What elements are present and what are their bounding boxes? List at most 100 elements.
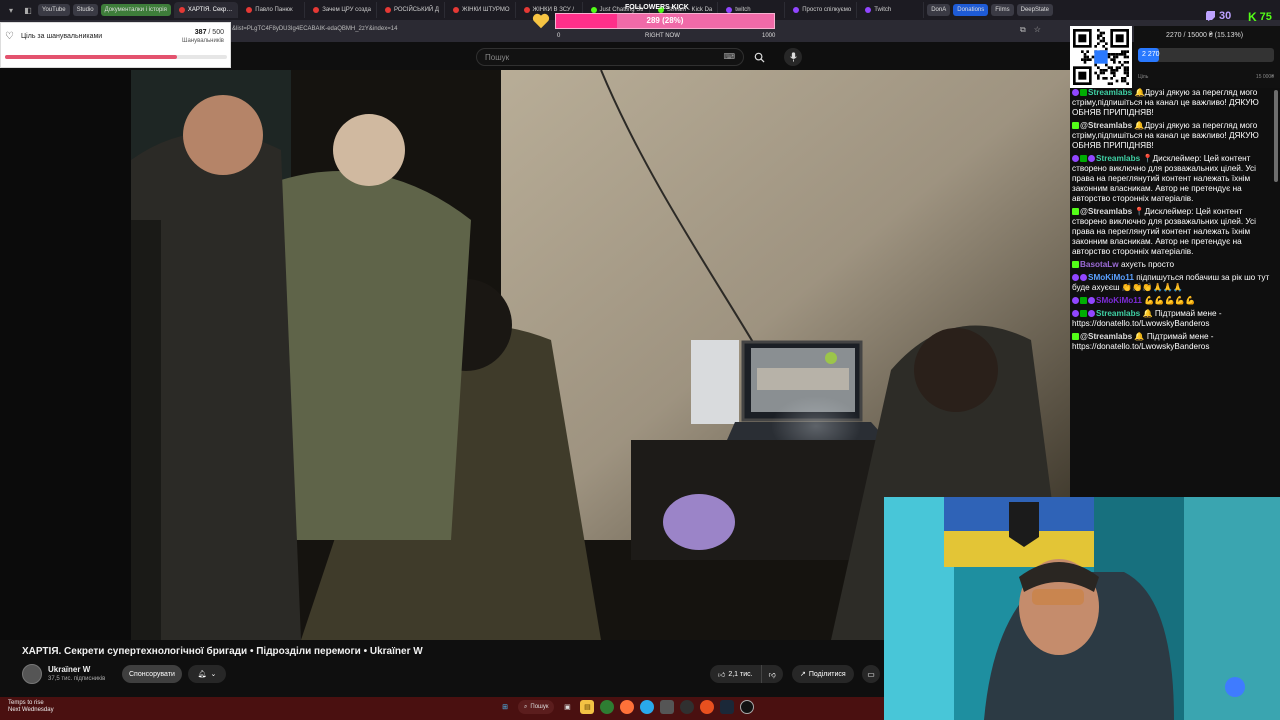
obs-studio-icon[interactable]	[740, 700, 755, 714]
save-button[interactable]: ▭	[862, 665, 880, 683]
twitch-icon	[1206, 11, 1215, 21]
twitch-badge-icon	[1088, 310, 1095, 318]
kick-followers-label: 289 (28%)	[646, 16, 684, 25]
weather-line-2: Next Wednesday	[8, 707, 54, 713]
video-title: ХАРТІЯ. Секрети супертехнологічної брига…	[22, 646, 423, 657]
notifications-button[interactable]: 🔔︎ ⌄	[188, 665, 226, 683]
tab-list-icon[interactable]: ▾	[4, 3, 18, 17]
app-icon[interactable]	[660, 700, 675, 714]
browser-tab[interactable]: Twitch	[860, 2, 925, 18]
kick-followers-bar: 289 (28%)	[555, 13, 775, 29]
extra-bookmark-0[interactable]: DonA	[927, 4, 951, 16]
chat-message: @Streamlabs 🔔 Підтримай мене - https://d…	[1068, 332, 1280, 355]
tab-label: ХАРТІЯ. Секр…	[187, 7, 233, 13]
chat-username[interactable]: Streamlabs	[1088, 88, 1132, 97]
chat-username[interactable]: SMoKiMo11	[1096, 296, 1142, 305]
taskbar-icons: ⊞ ⌕ Пошук ▣ ▤	[498, 700, 755, 714]
obs-icon[interactable]	[680, 700, 695, 714]
heart-icon	[532, 13, 550, 29]
voice-search-button[interactable]	[784, 48, 802, 66]
dislike-button[interactable]: 👎︎	[762, 665, 783, 683]
donation-goal-max-label: 15 000₴	[1255, 74, 1274, 80]
goal-current: 387	[194, 29, 207, 36]
chat-message: Streamlabs 🔔 Підтримай мене - https://do…	[1068, 309, 1280, 332]
bar-max-label: 1000	[762, 33, 776, 39]
chat-username[interactable]: @Streamlabs	[1080, 207, 1132, 216]
taskbar-search-label: Пошук	[530, 704, 549, 710]
weather-widget[interactable]: Temps to rise Next Wednesday	[8, 700, 54, 714]
bookmark-2[interactable]: Документалки і історія	[100, 4, 171, 16]
search-button[interactable]	[750, 48, 768, 66]
chat-username[interactable]: SMoKiMo11	[1088, 273, 1134, 282]
browser-tab[interactable]: РОСІЙСЬКИЙ Д	[380, 2, 445, 18]
address-bar-icons: ⧉ ☆	[1020, 25, 1041, 35]
chat-username[interactable]: @Streamlabs	[1080, 332, 1132, 341]
twitch-badge-icon	[1072, 274, 1079, 282]
twitch-badge-icon	[1080, 274, 1087, 282]
streamer-webcam	[884, 497, 1280, 720]
donation-goal-text: 2270 / 15000 ₴ (15.13%)	[1166, 32, 1244, 39]
tab-history-icon[interactable]: ◧	[21, 3, 35, 17]
firefox-icon[interactable]	[620, 700, 635, 714]
donation-goal-min-label: Ціль	[1138, 74, 1149, 80]
browser-tab[interactable]: ЖІНКИ ШТУРМО	[448, 2, 516, 18]
keyboard-icon[interactable]: ⌨	[723, 52, 735, 61]
windows-start-icon[interactable]: ⊞	[498, 700, 512, 714]
tab-label: Просто спілкуємо	[802, 7, 852, 13]
bookmark-1[interactable]: Studio	[72, 4, 98, 16]
steam-icon[interactable]	[720, 700, 735, 714]
goal-count: 387 / 500	[195, 29, 224, 36]
chat-text: ахуєть просто	[1120, 260, 1175, 269]
tab-favicon-icon	[793, 7, 800, 13]
follower-goal-widget: ♡ Ціль за шанувальниками 387 / 500 Шанув…	[0, 22, 231, 68]
channel-avatar[interactable]	[22, 664, 42, 684]
share-button[interactable]: ↗ Поділитися	[792, 665, 854, 683]
like-button[interactable]: 👍︎ 2,1 тис.	[710, 665, 762, 683]
tab-favicon-icon	[452, 7, 459, 13]
twitch-viewer-count: 30	[1219, 10, 1232, 22]
twitch-viewer-counter: 30	[1206, 10, 1231, 22]
url-text[interactable]: &list=PLgTC4F8yDU3Ig4ECABAIK-edaQBMH_2zY…	[232, 26, 397, 32]
goal-progress-fill	[5, 55, 177, 59]
browser-tab[interactable]: Зачем ЦРУ созда	[308, 2, 377, 18]
tab-favicon-icon	[246, 7, 253, 13]
search-icon: ⌕	[524, 703, 528, 710]
chat-username[interactable]: Streamlabs	[1096, 309, 1140, 318]
file-explorer-icon[interactable]: ▤	[580, 700, 595, 714]
extra-bookmark-1[interactable]: Donations	[953, 4, 989, 16]
channel-name[interactable]: Ukraїner W	[48, 665, 90, 674]
thumbs-down-icon: 👎︎	[768, 671, 776, 679]
chat-message: Streamlabs 🔔Друзі дякую за перегляд мого…	[1068, 88, 1280, 121]
browser-tab[interactable]: Павло Панюк	[241, 2, 306, 18]
browser-tab[interactable]: ХАРТІЯ. Секр…	[173, 2, 239, 18]
search-input[interactable]: Пошук ⌨	[476, 48, 744, 66]
bookmark-0[interactable]: YouTube	[38, 4, 70, 16]
chat-username[interactable]: @Streamlabs	[1080, 121, 1132, 130]
microphone-icon	[789, 52, 797, 62]
external-link-icon[interactable]: ⧉	[1020, 25, 1026, 35]
chat-username[interactable]: Streamlabs	[1096, 154, 1140, 163]
chat-scrollbar[interactable]	[1274, 90, 1278, 182]
sponsor-button[interactable]: Спонсорувати	[122, 665, 182, 683]
extra-bookmark-3[interactable]: DeepState	[1016, 4, 1053, 16]
goal-title: Ціль за шанувальниками	[21, 33, 103, 40]
chat-message: SMoKiMo11 підпишуться побачиш за рік шо …	[1068, 273, 1280, 296]
moderator-badge-icon	[1080, 89, 1087, 97]
twitch-badge-icon	[1072, 155, 1079, 163]
kick-badge-icon	[1072, 333, 1079, 341]
chrome-icon[interactable]	[600, 700, 615, 714]
share-label: Поділитися	[808, 670, 846, 678]
browser-icon[interactable]	[700, 700, 715, 714]
taskbar-search[interactable]: ⌕ Пошук	[518, 700, 555, 714]
chat-username[interactable]: BasotaLw	[1080, 260, 1119, 269]
tab-label: Зачем ЦРУ созда	[322, 7, 371, 13]
bookmark-icon: ▭	[867, 669, 875, 679]
moderator-badge-icon	[1080, 297, 1087, 305]
bookmark-star-icon[interactable]: ☆	[1034, 25, 1041, 35]
kick-viewer-count: 75	[1259, 11, 1272, 23]
share-icon: ↗	[800, 671, 806, 678]
telegram-icon[interactable]	[640, 700, 655, 714]
task-view-icon[interactable]: ▣	[560, 700, 574, 714]
browser-tab[interactable]: Просто спілкуємо	[788, 2, 858, 18]
extra-bookmark-2[interactable]: Films	[991, 4, 1014, 16]
